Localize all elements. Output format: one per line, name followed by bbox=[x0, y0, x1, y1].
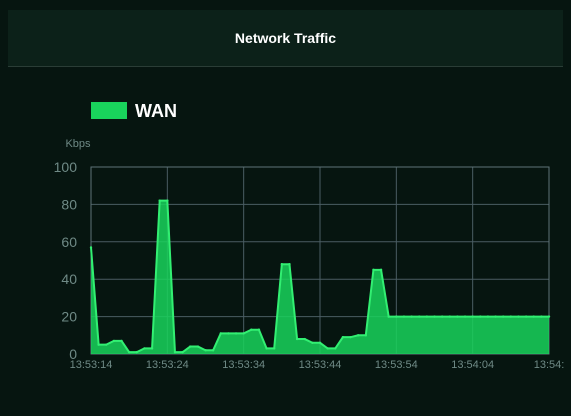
data-point bbox=[196, 345, 200, 348]
data-point bbox=[211, 349, 215, 352]
data-point bbox=[471, 315, 474, 318]
data-point bbox=[127, 350, 131, 354]
data-point bbox=[150, 347, 154, 350]
x-tick-label: 13:53:54 bbox=[375, 359, 418, 371]
y-tick-label: 100 bbox=[54, 159, 78, 175]
panel-header: Network Traffic bbox=[8, 10, 563, 67]
data-point bbox=[227, 332, 230, 335]
data-point bbox=[189, 345, 192, 348]
data-point bbox=[97, 343, 100, 346]
data-point bbox=[486, 315, 490, 318]
data-point bbox=[448, 315, 451, 318]
x-tick-label: 13:54: bbox=[534, 359, 565, 371]
data-point bbox=[219, 332, 222, 335]
data-point bbox=[387, 315, 390, 318]
data-point bbox=[379, 268, 383, 272]
x-tick-label: 13:54:04 bbox=[451, 359, 494, 371]
data-point bbox=[173, 350, 177, 354]
data-point bbox=[349, 335, 352, 339]
data-point bbox=[166, 199, 169, 202]
data-point bbox=[440, 315, 444, 318]
data-point bbox=[250, 328, 253, 331]
data-point bbox=[341, 335, 345, 339]
data-point bbox=[326, 347, 329, 350]
data-point bbox=[410, 315, 413, 318]
data-point bbox=[433, 315, 436, 318]
data-point bbox=[418, 315, 421, 318]
data-point bbox=[295, 337, 299, 341]
data-point bbox=[356, 334, 360, 337]
data-point bbox=[395, 315, 398, 318]
data-point bbox=[425, 315, 429, 318]
data-point bbox=[547, 315, 551, 318]
x-tick-label: 13:53:44 bbox=[299, 359, 342, 371]
data-point bbox=[112, 339, 116, 343]
data-point bbox=[181, 350, 184, 354]
data-point bbox=[311, 341, 314, 344]
network-traffic-panel: Network Traffic 0 20 40 60 80 100 13:53:14 13:5… bbox=[0, 0, 571, 416]
data-point bbox=[257, 328, 261, 331]
data-point bbox=[402, 315, 406, 318]
legend-layer: WAN bbox=[91, 101, 177, 121]
x-tick-label: 13:53:24 bbox=[146, 359, 189, 371]
data-point bbox=[273, 347, 276, 350]
x-tick-label: 13:53:34 bbox=[222, 359, 265, 371]
traffic-chart: 02040608010013:53:14 13:53:24 13:53:34 13:5… bbox=[54, 101, 565, 371]
data-point bbox=[456, 315, 459, 318]
legend-swatch-wan bbox=[91, 102, 127, 119]
y-tick-label: 80 bbox=[61, 196, 77, 212]
y-tick-label: 20 bbox=[61, 309, 77, 325]
data-point bbox=[479, 315, 482, 318]
data-point bbox=[280, 263, 284, 266]
data-point bbox=[372, 268, 375, 272]
data-point bbox=[502, 315, 505, 318]
y-tick-label: 60 bbox=[61, 234, 77, 250]
y-tick-label: 40 bbox=[61, 271, 77, 287]
data-point bbox=[494, 315, 497, 318]
chart-area: 0 20 40 60 80 100 13:53:14 13:53:24 13:53:34 13:5… bbox=[8, 67, 571, 402]
panel-title: Network Traffic bbox=[234, 30, 337, 46]
data-point bbox=[105, 343, 108, 346]
data-point bbox=[463, 315, 467, 318]
data-point bbox=[143, 347, 146, 350]
data-point bbox=[318, 341, 322, 344]
data-point bbox=[509, 315, 513, 318]
data-point bbox=[242, 332, 245, 335]
data-point bbox=[265, 347, 268, 350]
data-point bbox=[204, 349, 207, 352]
data-point bbox=[364, 334, 367, 337]
data-point bbox=[234, 332, 238, 335]
data-point bbox=[540, 315, 543, 318]
x-tick-label: 13:53:14 bbox=[70, 359, 113, 371]
data-point bbox=[524, 315, 528, 318]
data-point bbox=[303, 337, 306, 341]
data-point bbox=[89, 246, 93, 249]
legend-label-wan: WAN bbox=[135, 101, 177, 121]
data-point bbox=[158, 199, 161, 202]
y-axis-label: Kbps bbox=[65, 138, 91, 150]
data-point bbox=[334, 347, 337, 350]
data-point bbox=[517, 315, 520, 318]
data-point bbox=[532, 315, 535, 318]
data-point bbox=[288, 263, 291, 266]
data-point bbox=[120, 339, 123, 343]
data-point bbox=[135, 350, 138, 354]
